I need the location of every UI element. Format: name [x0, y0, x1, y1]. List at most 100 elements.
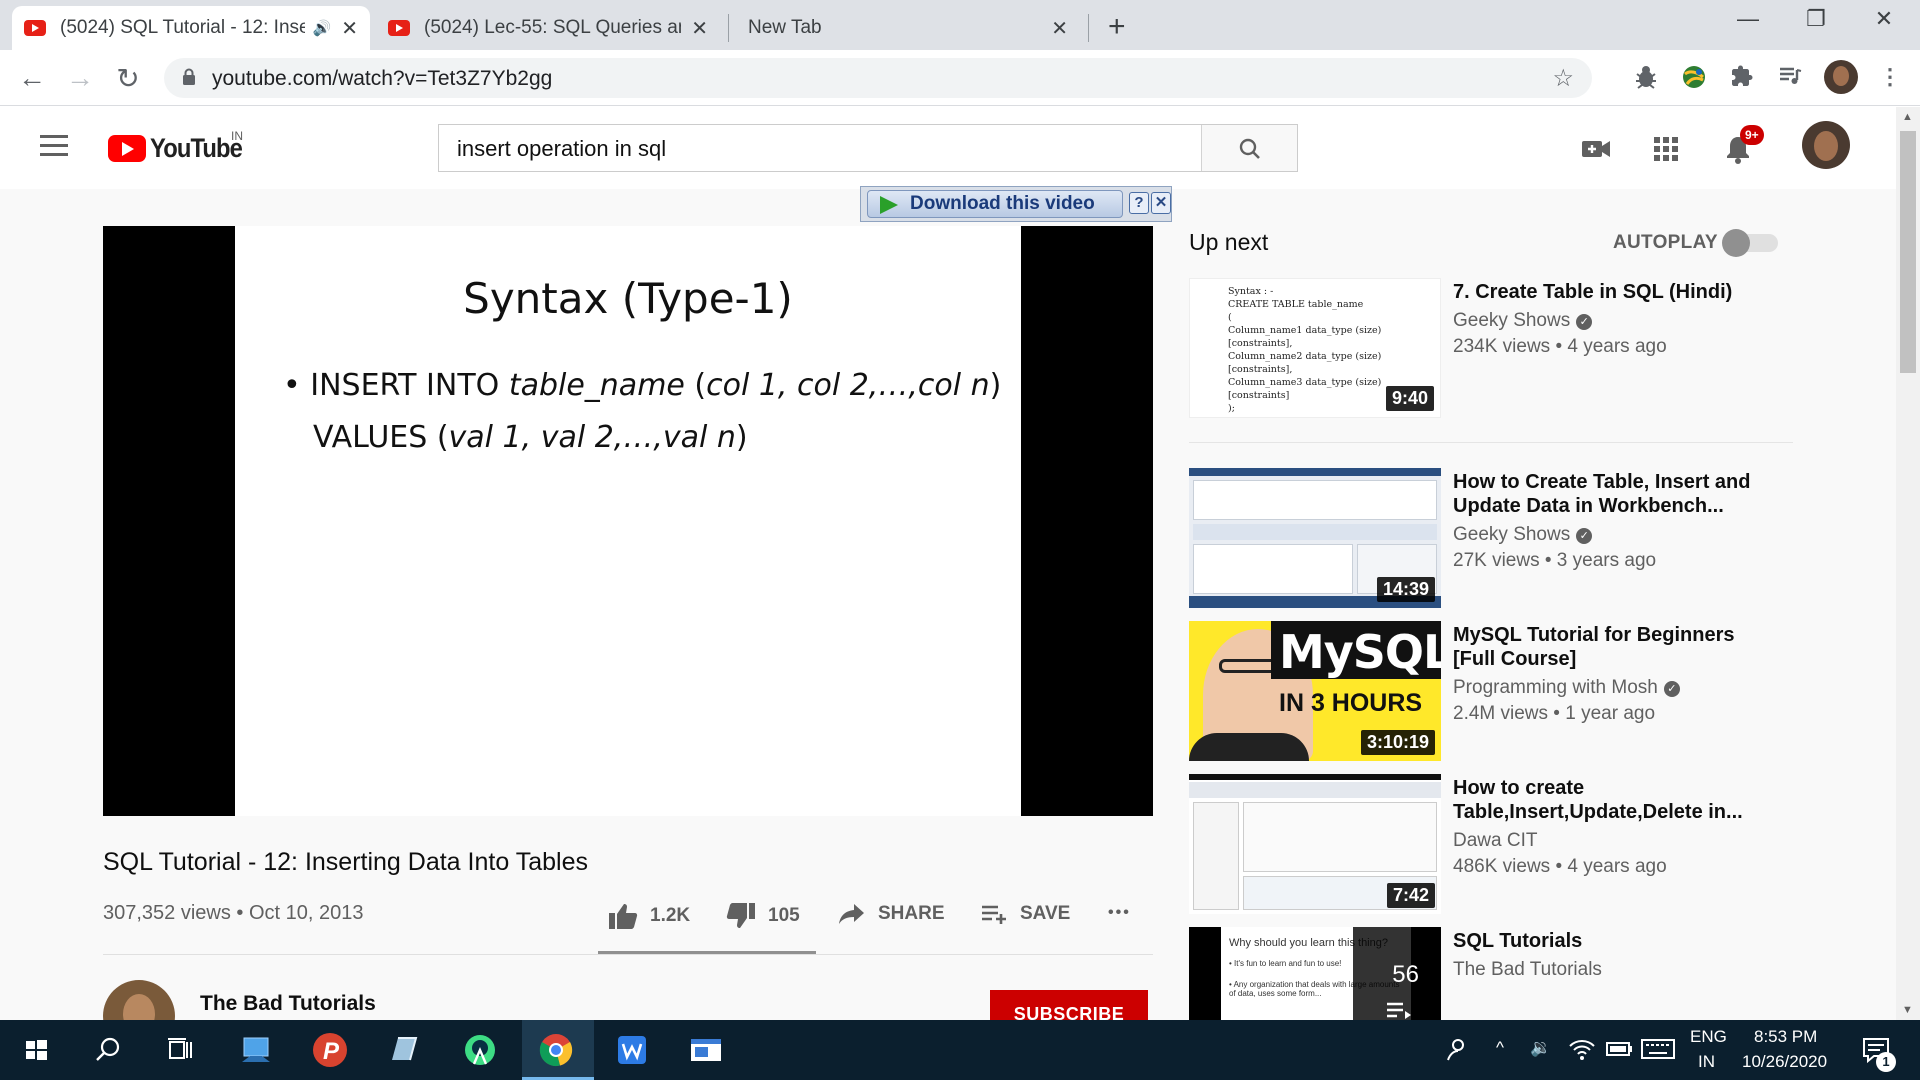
chrome-icon[interactable] [536, 1030, 576, 1070]
video-title[interactable]: 7. Create Table in SQL (Hindi) [1453, 280, 1773, 304]
maximize-button[interactable]: ❐ [1796, 6, 1836, 32]
youtube-favicon-icon [24, 20, 46, 36]
scroll-up-icon[interactable]: ▲ [1902, 111, 1913, 123]
address-bar[interactable]: youtube.com/watch?v=Tet3Z7Yb2gg ☆ [164, 58, 1592, 98]
playlist-add-icon [982, 905, 1006, 924]
lock-icon[interactable] [182, 68, 196, 86]
more-actions-icon[interactable]: ••• [1108, 904, 1131, 922]
input-language[interactable]: ENG [1690, 1027, 1727, 1047]
wifi-icon[interactable] [1566, 1032, 1598, 1064]
video-thumbnail[interactable]: 7:42 [1189, 774, 1441, 914]
volume-icon[interactable]: 🔉 [1530, 1038, 1551, 1058]
channel-name[interactable]: Geeky Shows ✓ [1453, 524, 1593, 546]
new-tab-button[interactable]: + [1108, 10, 1126, 44]
media-control-icon[interactable] [1776, 64, 1804, 92]
page-scrollbar[interactable]: ▲ ▼ [1896, 107, 1920, 1020]
verified-check-icon: ✓ [1576, 528, 1593, 544]
explorer-window-icon[interactable] [686, 1030, 726, 1070]
search-icon[interactable] [88, 1030, 128, 1070]
chrome-menu-icon[interactable]: ⋮ [1876, 64, 1904, 92]
extension-bug-icon[interactable] [1632, 64, 1660, 92]
channel-name[interactable]: Programming with Mosh ✓ [1453, 677, 1680, 699]
recommended-playlist[interactable]: Why should you learn this thing? • It's … [1189, 927, 1839, 1020]
recommended-video[interactable]: MySQL IN 3 HOURS 3:10:19 MySQL Tutorial … [1189, 621, 1839, 761]
video-meta: 486K views • 4 years ago [1453, 856, 1667, 877]
tab-new-tab[interactable]: New Tab ✕ [736, 6, 1080, 50]
recommended-video[interactable]: Syntax : - CREATE TABLE table_name ( Col… [1189, 278, 1839, 418]
people-icon[interactable] [1436, 1030, 1476, 1070]
minimize-button[interactable]: — [1728, 6, 1768, 32]
android-studio-icon[interactable] [460, 1030, 500, 1070]
tab-lec-55[interactable]: (5024) Lec-55: SQL Queries and S ✕ [376, 6, 720, 50]
download-help-button[interactable]: ? [1129, 192, 1149, 214]
user-avatar[interactable] [1802, 121, 1850, 169]
video-title: SQL Tutorial - 12: Inserting Data Into T… [103, 848, 588, 876]
thumbnail-hours-text: IN 3 HOURS [1279, 689, 1423, 717]
share-button[interactable]: SHARE [838, 902, 945, 926]
channel-name[interactable]: The Bad Tutorials [200, 992, 376, 1016]
youtube-play-icon [108, 135, 146, 162]
input-region[interactable]: IN [1698, 1052, 1715, 1072]
save-label: SAVE [1020, 903, 1071, 924]
windows-start-icon[interactable] [16, 1030, 56, 1070]
url-text[interactable]: youtube.com/watch?v=Tet3Z7Yb2gg [212, 67, 552, 91]
keyboard-icon[interactable] [1640, 1032, 1676, 1066]
task-view-icon[interactable] [160, 1030, 200, 1070]
tab-close-icon[interactable]: ✕ [1051, 16, 1068, 41]
download-helper-bar: Download this video ? ✕ [860, 186, 1172, 222]
video-thumbnail[interactable]: Syntax : - CREATE TABLE table_name ( Col… [1189, 278, 1441, 418]
video-title[interactable]: How to Create Table, Insert and Update D… [1453, 470, 1773, 518]
playlist-title[interactable]: SQL Tutorials [1453, 929, 1773, 953]
clock-time[interactable]: 8:53 PM [1754, 1027, 1817, 1047]
search-input[interactable]: insert operation in sql [457, 136, 666, 162]
download-video-button[interactable]: Download this video [867, 190, 1123, 218]
playlist-thumbnail[interactable]: Why should you learn this thing? • It's … [1189, 927, 1441, 1020]
search-box[interactable]: insert operation in sql [438, 124, 1298, 172]
scrollbar-thumb[interactable] [1900, 131, 1916, 373]
window-close-button[interactable]: ✕ [1864, 6, 1904, 32]
apps-grid-icon[interactable] [1650, 133, 1682, 165]
tab-close-icon[interactable]: ✕ [691, 16, 708, 41]
audio-playing-icon[interactable]: 🔊 [313, 19, 332, 37]
video-meta: 307,352 views • Oct 10, 2013 [103, 902, 364, 924]
video-title[interactable]: How to create Table,Insert,Update,Delete… [1453, 776, 1773, 824]
tab-sql-tutorial[interactable]: (5024) SQL Tutorial - 12: Inse 🔊 ✕ [12, 6, 370, 50]
tab-close-icon[interactable]: ✕ [341, 16, 358, 41]
channel-name[interactable]: Dawa CIT [1453, 830, 1537, 852]
profile-avatar[interactable] [1824, 60, 1858, 94]
back-button[interactable]: ← [16, 62, 48, 94]
youtube-logo[interactable]: YouTube IN [108, 129, 254, 164]
channel-name[interactable]: Geeky Shows ✓ [1453, 310, 1593, 332]
create-video-icon[interactable] [1580, 133, 1612, 165]
dislike-button[interactable]: 105 [726, 902, 800, 930]
recommended-video[interactable]: 7:42 How to create Table,Insert,Update,D… [1189, 774, 1839, 914]
search-button[interactable] [1201, 125, 1297, 171]
extensions-puzzle-icon[interactable] [1728, 64, 1756, 92]
download-close-button[interactable]: ✕ [1151, 192, 1171, 214]
notes-app-icon[interactable] [384, 1030, 424, 1070]
autoplay-toggle[interactable] [1722, 229, 1778, 257]
video-thumbnail[interactable]: MySQL IN 3 HOURS 3:10:19 [1189, 621, 1441, 761]
up-next-heading: Up next [1189, 229, 1269, 255]
video-thumbnail[interactable]: 14:39 [1189, 468, 1441, 608]
scroll-down-icon[interactable]: ▼ [1902, 1004, 1913, 1016]
video-player[interactable]: Syntax (Type-1) • INSERT INTO table_name… [103, 226, 1153, 816]
this-pc-icon[interactable] [236, 1030, 276, 1070]
battery-icon[interactable] [1604, 1034, 1634, 1064]
recommended-video[interactable]: 14:39 How to Create Table, Insert and Up… [1189, 468, 1839, 608]
bookmark-star-icon[interactable]: ☆ [1552, 64, 1574, 93]
wps-office-icon[interactable] [612, 1030, 652, 1070]
tray-overflow-icon[interactable]: ^ [1496, 1038, 1504, 1058]
channel-name[interactable]: The Bad Tutorials [1453, 959, 1602, 981]
reload-button[interactable]: ↻ [112, 62, 144, 95]
tab-title: (5024) Lec-55: SQL Queries and S [424, 17, 681, 38]
like-button[interactable]: 1.2K [608, 902, 690, 930]
video-title[interactable]: MySQL Tutorial for Beginners [Full Cours… [1453, 623, 1773, 671]
extension-globe-icon[interactable] [1680, 64, 1708, 92]
forward-button[interactable]: → [64, 62, 96, 94]
app-p-icon[interactable]: P [310, 1030, 350, 1070]
clock-date[interactable]: 10/26/2020 [1742, 1052, 1827, 1072]
hamburger-menu-icon[interactable] [40, 135, 68, 162]
save-button[interactable]: SAVE [980, 902, 1070, 926]
thumbnail-mysql-text: MySQL [1279, 625, 1441, 679]
